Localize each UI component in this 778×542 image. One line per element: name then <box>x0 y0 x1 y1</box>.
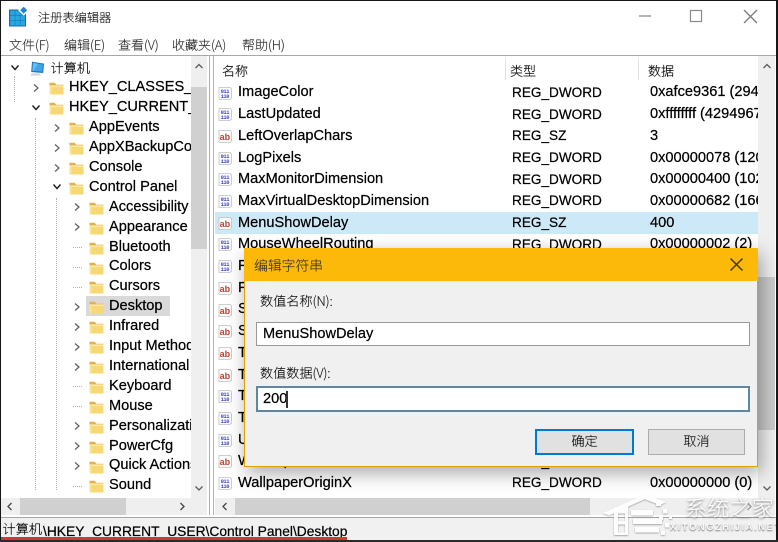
svg-text:ab: ab <box>220 457 231 467</box>
svg-text:ab: ab <box>220 132 231 142</box>
svg-text:110: 110 <box>221 115 230 121</box>
svg-text:110: 110 <box>221 245 230 251</box>
svg-text:110: 110 <box>221 419 230 425</box>
svg-text:110: 110 <box>221 180 230 186</box>
svg-text:ab: ab <box>220 370 231 380</box>
svg-text:110: 110 <box>221 94 230 100</box>
svg-text:110: 110 <box>221 202 230 208</box>
svg-text:110: 110 <box>221 441 230 447</box>
svg-text:ab: ab <box>220 327 231 337</box>
svg-text:110: 110 <box>221 159 230 165</box>
svg-text:ab: ab <box>220 218 231 228</box>
svg-text:110: 110 <box>221 267 230 273</box>
svg-text:110: 110 <box>221 397 230 403</box>
svg-text:ab: ab <box>220 349 231 359</box>
svg-text:ab: ab <box>220 305 231 315</box>
svg-text:110: 110 <box>221 484 230 490</box>
svg-text:ab: ab <box>220 284 231 294</box>
